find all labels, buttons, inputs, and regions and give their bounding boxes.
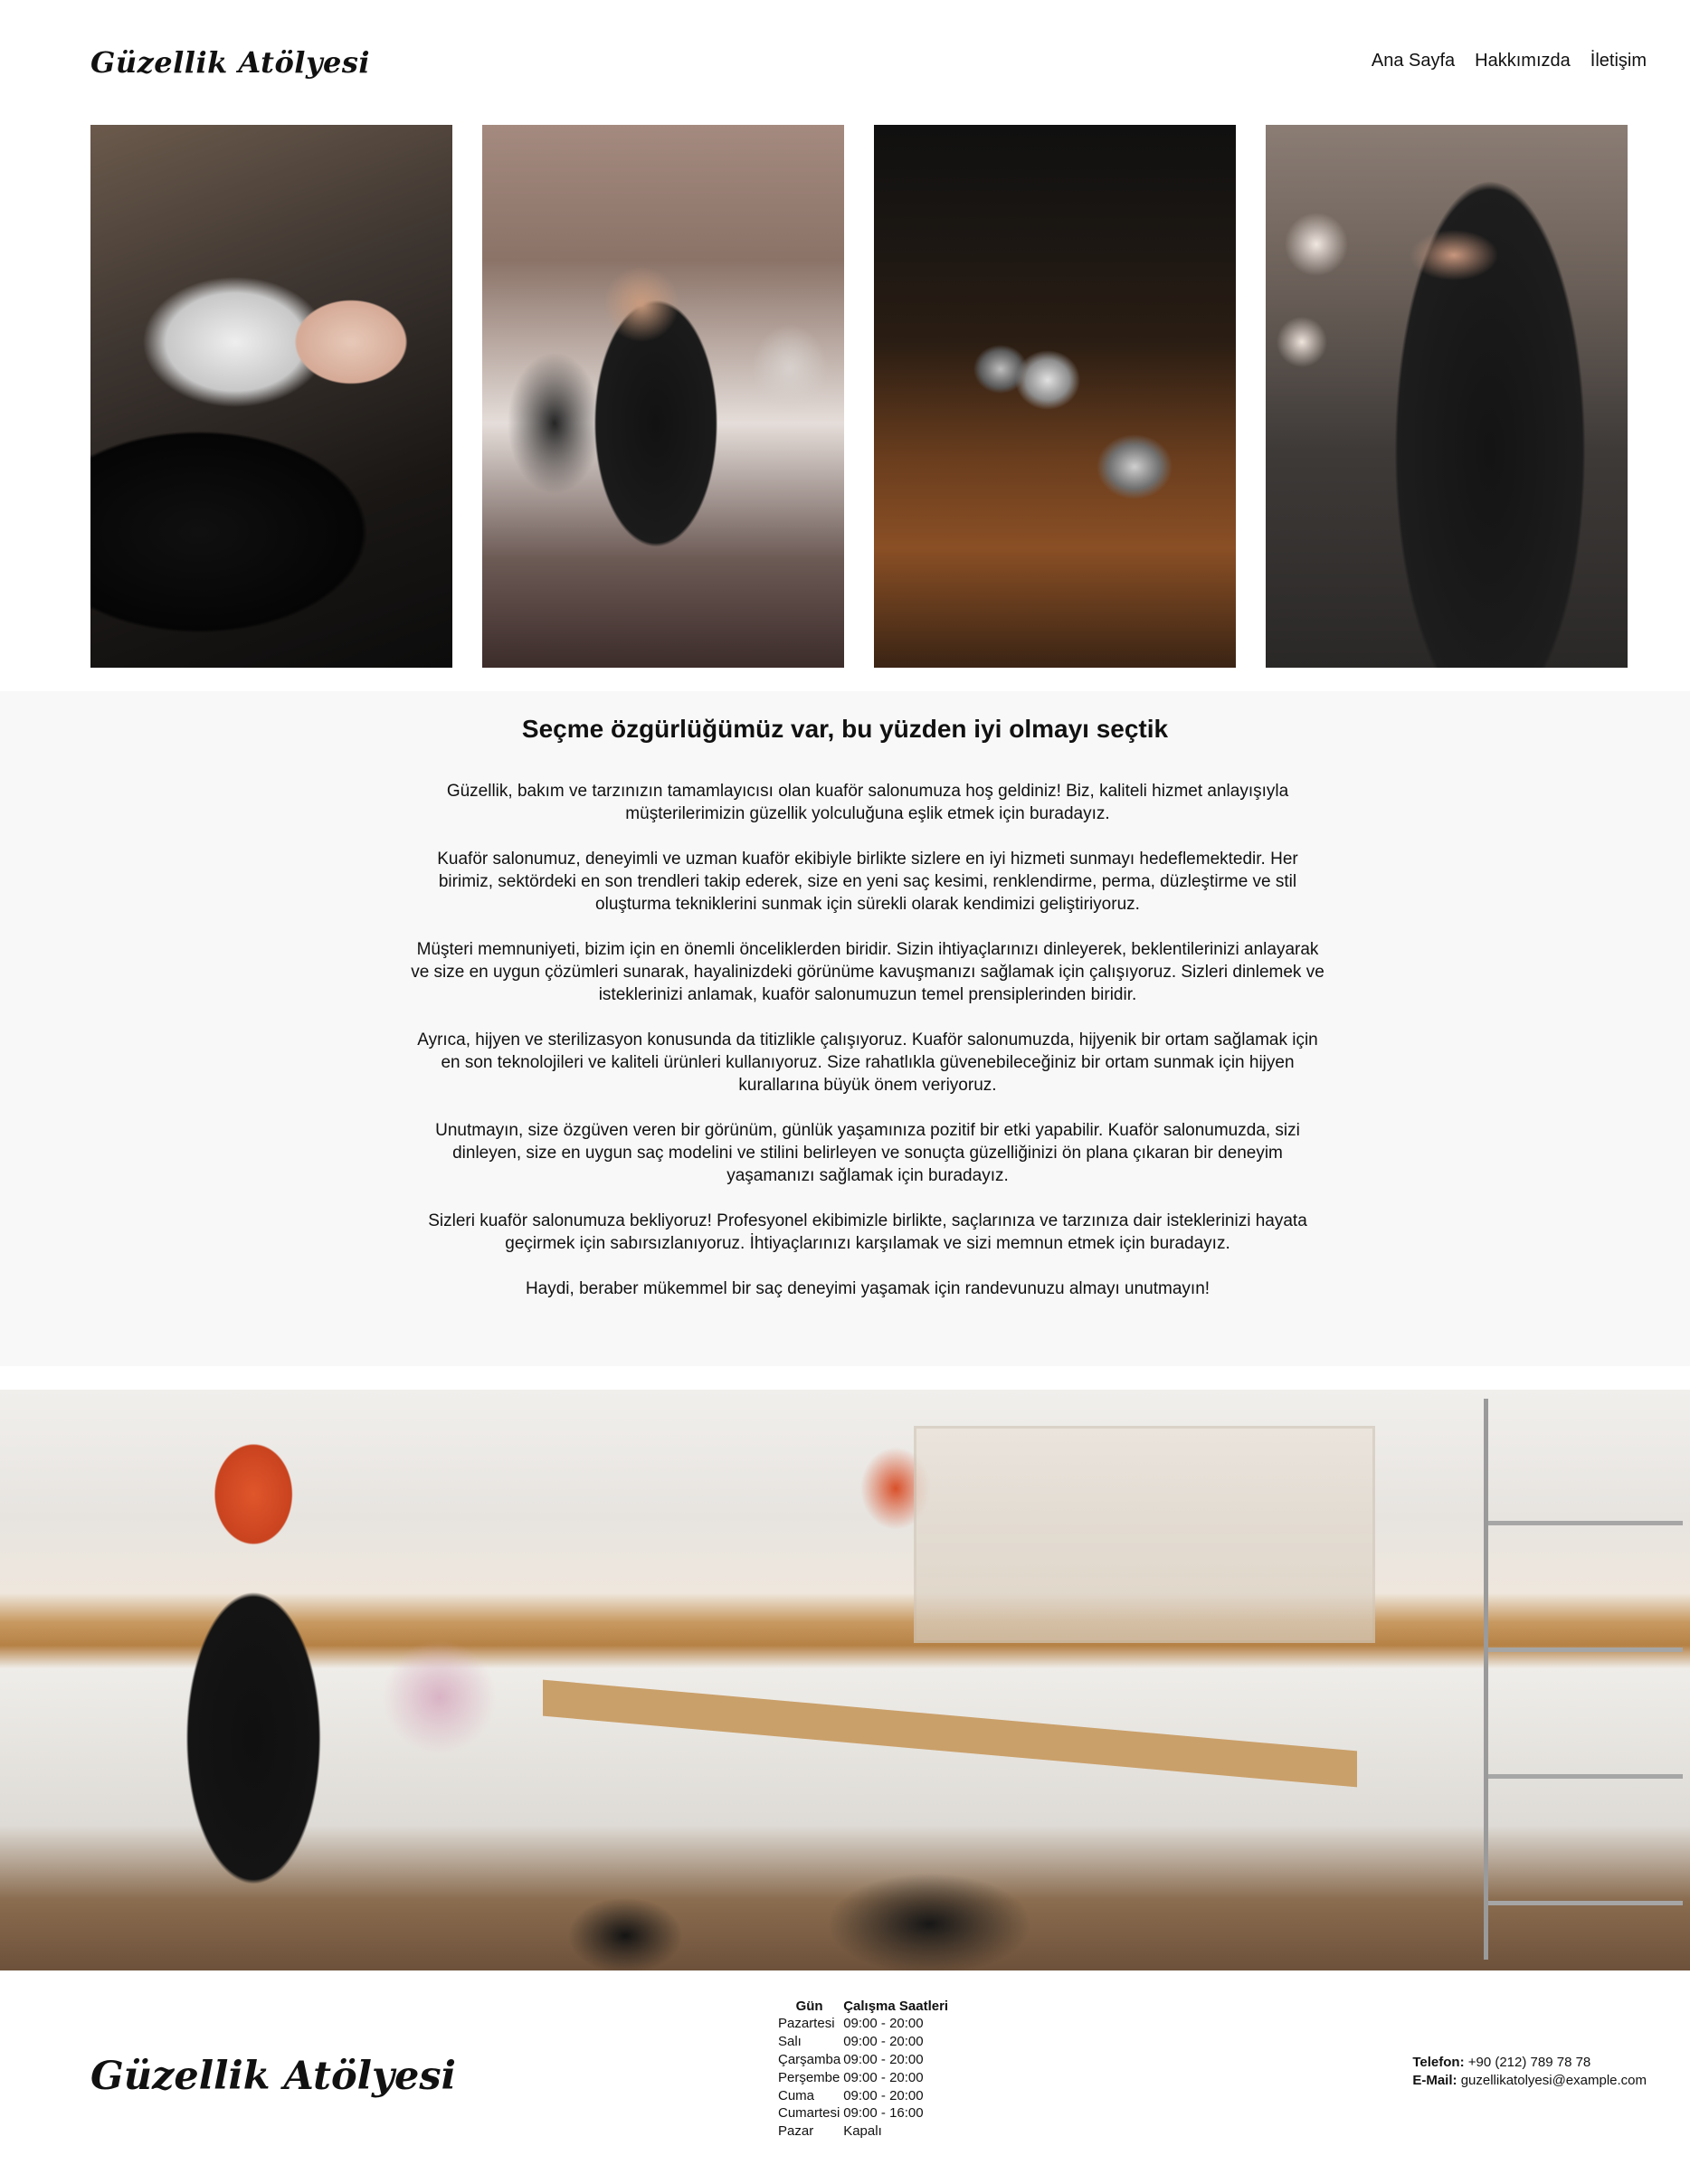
email-address[interactable]: guzellikatolyesi@example.com	[1461, 2073, 1647, 2088]
nav-contact-link[interactable]: İletişim	[1590, 51, 1647, 71]
barber-tool-belt-photo	[1266, 125, 1628, 668]
phone-number[interactable]: +90 (212) 789 78 78	[1468, 2055, 1591, 2070]
hours-cell: 09:00 - 20:00	[843, 2069, 924, 2085]
nav-home-link[interactable]: Ana Sayfa	[1372, 51, 1455, 71]
site-header: Güzellik Atölyesi Ana Sayfa Hakkımızda İ…	[0, 0, 1690, 125]
counter-shape	[543, 1679, 1357, 1788]
footer-logo: Güzellik Atölyesi	[90, 2054, 456, 2099]
table-header-row: Gün Çalışma Saatleri	[778, 1998, 951, 2015]
scissors-on-wood-photo	[874, 125, 1236, 668]
about-paragraph: Güzellik, bakım ve tarzınızın tamamlayıc…	[446, 782, 1289, 823]
about-paragraph: Haydi, beraber mükemmel bir saç deneyimi…	[525, 1279, 1211, 1298]
about-paragraph: Unutmayın, size özgüven veren bir görünü…	[435, 1121, 1300, 1185]
mirror-shape	[914, 1426, 1375, 1643]
hair-wash-photo	[90, 125, 452, 668]
stylists-working-photo	[482, 125, 844, 668]
opening-hours-table: Gün Çalışma Saatleri Pazartesi 09:00 - 20…	[778, 1998, 951, 2141]
hours-cell: 09:00 - 20:00	[843, 2051, 924, 2067]
day-column-header: Gün	[795, 1999, 823, 2014]
about-text: Güzellik, bakım ve tarzınızın tamamlayıc…	[411, 780, 1324, 1323]
table-row: Çarşamba 09:00 - 20:00	[778, 2051, 951, 2069]
table-row: Cumartesi 09:00 - 16:00	[778, 2104, 951, 2122]
table-row: Salı 09:00 - 20:00	[778, 2033, 951, 2051]
table-row: Pazartesi 09:00 - 20:00	[778, 2015, 951, 2033]
hours-cell: 09:00 - 16:00	[843, 2105, 924, 2122]
phone-label: Telefon:	[1412, 2055, 1465, 2070]
about-paragraph: Ayrıca, hijyen ve sterilizasyon konusund…	[417, 1030, 1318, 1095]
about-paragraph: Kuaför salonumuz, deneyimli ve uzman kua…	[437, 850, 1298, 914]
day-cell: Cumartesi	[778, 2105, 840, 2122]
phone-line: Telefon: +90 (212) 789 78 78	[1412, 2054, 1647, 2072]
email-label: E-Mail:	[1412, 2073, 1457, 2088]
hours-column-header: Çalışma Saatleri	[843, 1999, 949, 2014]
contact-info: Telefon: +90 (212) 789 78 78 E-Mail: guz…	[1412, 2054, 1647, 2090]
salon-interior-photo	[0, 1390, 1690, 1970]
hours-cell: Kapalı	[843, 2123, 882, 2140]
about-paragraph: Müşteri memnuniyeti, bizim için en öneml…	[411, 940, 1324, 1004]
about-paragraph: Sizleri kuaför salonumuza bekliyoruz! Pr…	[428, 1211, 1307, 1253]
day-cell: Pazartesi	[778, 2016, 835, 2032]
nav-about-link[interactable]: Hakkımızda	[1475, 51, 1571, 71]
table-row: Cuma 09:00 - 20:00	[778, 2086, 951, 2104]
day-cell: Perşembe	[778, 2069, 840, 2085]
day-cell: Çarşamba	[778, 2051, 841, 2067]
day-cell: Salı	[778, 2034, 802, 2050]
hours-cell: 09:00 - 20:00	[843, 2016, 924, 2032]
section-title: Seçme özgürlüğümüz var, bu yüzden iyi ol…	[521, 715, 1169, 743]
email-line: E-Mail: guzellikatolyesi@example.com	[1412, 2072, 1647, 2090]
site-logo[interactable]: Güzellik Atölyesi	[90, 45, 370, 80]
table-row: Pazar Kapalı	[778, 2122, 951, 2141]
about-section: Seçme özgürlüğümüz var, bu yüzden iyi ol…	[0, 691, 1690, 1366]
product-rack-shape	[1484, 1399, 1683, 1960]
photo-gallery	[90, 125, 1628, 668]
hours-cell: 09:00 - 20:00	[843, 2034, 924, 2050]
day-cell: Pazar	[778, 2123, 814, 2140]
table-row: Perşembe 09:00 - 20:00	[778, 2068, 951, 2086]
main-nav: Ana Sayfa Hakkımızda İletişim	[1372, 51, 1647, 71]
site-footer: Güzellik Atölyesi Gün Çalışma Saatleri P…	[0, 1970, 1690, 2184]
day-cell: Cuma	[778, 2087, 815, 2103]
hours-cell: 09:00 - 20:00	[843, 2087, 924, 2103]
